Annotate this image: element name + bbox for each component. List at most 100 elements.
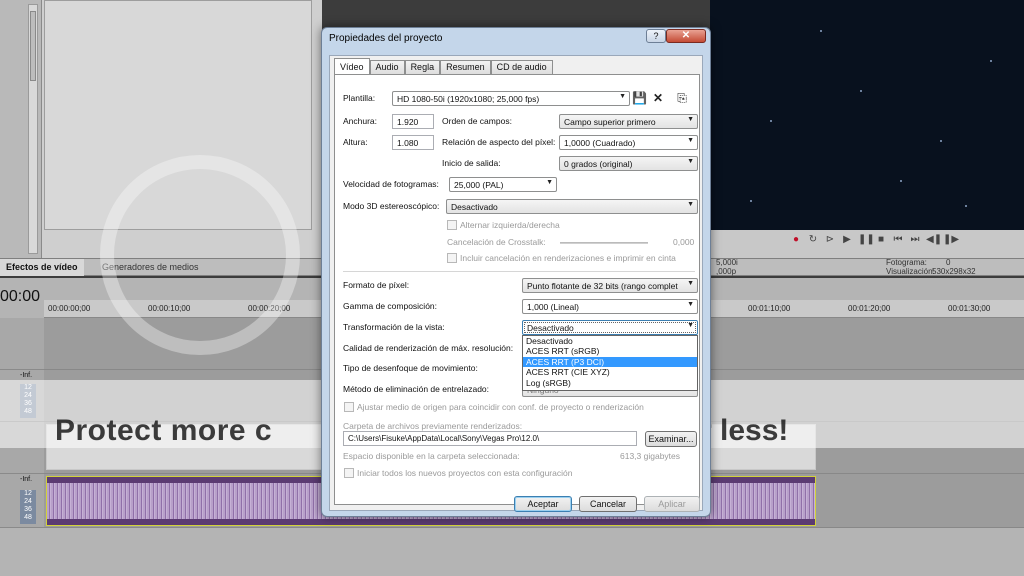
width-field[interactable]: 1.920	[392, 114, 434, 129]
view-transform-option[interactable]: ACES RRT (CIE XYZ)	[523, 367, 697, 377]
frame-rate-label: Velocidad de fotogramas:	[343, 179, 439, 189]
chevron-down-icon: ▼	[687, 137, 694, 144]
prerendered-folder-field[interactable]: C:\Users\Fisuke\AppData\Local\Sony\Vegas…	[343, 431, 637, 446]
free-space-label: Espacio disponible en la carpeta selecci…	[343, 451, 520, 461]
view-transform-dropdown: Desactivado ACES RRT (sRGB) ACES RRT (P3…	[522, 335, 698, 391]
free-space-value: 613,3 gigabytes	[620, 451, 681, 461]
ruler-mark: 00:01:10;00	[748, 304, 791, 313]
chevron-down-icon: ▼	[687, 301, 694, 308]
loop-icon[interactable]: ↻	[807, 234, 819, 246]
start-all-label: Iniciar todos los nuevos proyectos con e…	[357, 468, 573, 478]
deinterlace-label: Método de eliminación de entrelazado:	[343, 384, 490, 394]
tab-video-fx[interactable]: Efectos de vídeo	[0, 259, 84, 276]
chevron-down-icon: ▼	[619, 93, 626, 100]
pixel-format-label: Formato de píxel:	[343, 280, 410, 290]
next-frame-icon[interactable]: ❚▶	[943, 234, 959, 246]
crosstalk-value: 0,000	[673, 237, 695, 247]
frame-rate-select[interactable]: 25,000 (PAL) ▼	[449, 177, 557, 192]
scrollbar-thumb[interactable]	[30, 11, 36, 81]
chevron-down-icon: ▼	[687, 280, 694, 287]
cancel-button[interactable]: Cancelar	[579, 496, 637, 512]
include-cancel-label: Incluir cancelación en renderizaciones e…	[460, 253, 676, 263]
audio-meter: 12 24 36 48	[20, 490, 36, 524]
field-order-select[interactable]: Campo superior primero ▼	[559, 114, 698, 129]
play-from-start-icon[interactable]: ⊳	[824, 234, 836, 246]
compositing-gamma-select[interactable]: 1,000 (Lineal) ▼	[522, 299, 698, 314]
height-field[interactable]: 1.080	[392, 135, 434, 150]
delete-template-icon[interactable]: ✕	[651, 91, 665, 105]
crosstalk-slider[interactable]	[560, 242, 648, 244]
view-transform-option[interactable]: ACES RRT (sRGB)	[523, 346, 697, 356]
adjust-source-label: Ajustar medio de origen para coincidir c…	[357, 402, 644, 412]
width-label: Anchura:	[343, 116, 378, 126]
track-level: -Inf.	[20, 372, 33, 379]
preview-frames-label: Fotograma:	[886, 258, 927, 267]
tab-audio[interactable]: Audio	[369, 60, 405, 75]
template-label: Plantilla:	[343, 93, 376, 103]
prev-frame-icon[interactable]: ◀❚	[926, 234, 942, 246]
vertical-scrollbar[interactable]	[28, 4, 38, 254]
preview-info-b: ,000p	[716, 267, 737, 276]
stop-icon[interactable]: ■	[875, 234, 887, 246]
render-quality-label: Calidad de renderización de máx. resoluc…	[343, 343, 514, 353]
track-header-video-1[interactable]	[0, 318, 44, 370]
stereo-mode-label: Modo 3D estereoscópico:	[343, 201, 440, 211]
adjust-source-checkbox[interactable]	[344, 402, 354, 412]
watermark-logo	[100, 155, 300, 355]
project-properties-dialog: Propiedades del proyecto ? ✕ Vídeo Audio…	[321, 27, 711, 517]
output-rotation-select[interactable]: 0 grados (original) ▼	[559, 156, 698, 171]
preview-info: 5,000i ,000p Fotograma: 0 Visualización:…	[712, 258, 1024, 278]
swap-lr-checkbox[interactable]	[447, 220, 457, 230]
stereo-mode-select[interactable]: Desactivado ▼	[446, 199, 698, 214]
tab-ruler[interactable]: Regla	[404, 60, 441, 75]
record-icon[interactable]: ●	[790, 234, 802, 246]
preview-frames-value: 0	[946, 258, 951, 267]
left-panel	[0, 0, 42, 258]
accept-button[interactable]: Aceptar	[514, 496, 572, 512]
view-transform-option[interactable]: Log (sRGB)	[523, 378, 697, 388]
help-button[interactable]: ?	[646, 29, 666, 43]
pixel-aspect-label: Relación de aspecto del píxel:	[442, 137, 556, 147]
pixel-format-select[interactable]: Punto flotante de 32 bits (rango complet…	[522, 278, 698, 293]
browse-button[interactable]: Examinar...	[645, 431, 697, 447]
chevron-down-icon: ▼	[687, 201, 694, 208]
preview-display-value: 530x298x32	[932, 267, 976, 276]
tab-video[interactable]: Vídeo	[334, 58, 370, 75]
apply-button[interactable]: Aplicar	[644, 496, 700, 512]
start-all-checkbox[interactable]	[344, 468, 354, 478]
tab-summary[interactable]: Resumen	[440, 60, 491, 75]
go-start-icon[interactable]: ⏮	[892, 234, 904, 246]
save-template-icon[interactable]: 💾	[632, 91, 647, 105]
ruler-mark: 00:00:00;00	[48, 304, 91, 313]
play-icon[interactable]: ▶	[841, 234, 853, 246]
swap-lr-label: Alternar izquierda/derecha	[460, 220, 560, 230]
tabstrip: Vídeo Audio Regla Resumen CD de audio	[334, 58, 553, 75]
field-order-label: Orden de campos:	[442, 116, 512, 126]
dialog-body: Vídeo Audio Regla Resumen CD de audio Pl…	[329, 55, 703, 512]
go-end-icon[interactable]: ⏭	[909, 234, 921, 246]
view-transform-option-selected[interactable]: ACES RRT (P3 DCI)	[523, 356, 697, 368]
view-transform-option[interactable]: Desactivado	[523, 336, 697, 346]
watermark-text-right: r less!	[700, 414, 789, 447]
dialog-title: Propiedades del proyecto	[329, 33, 443, 44]
watermark-text: Protect more c	[55, 414, 273, 447]
crosstalk-label: Cancelación de Crosstalk:	[447, 237, 546, 247]
audio-track-level: -Inf.	[20, 476, 33, 483]
compositing-gamma-label: Gamma de composición:	[343, 301, 438, 311]
include-cancel-checkbox[interactable]	[447, 253, 457, 263]
match-media-icon[interactable]: ⎘	[675, 91, 689, 105]
preview-controls: ● ↻ ⊳ ▶ ❚❚ ■ ⏮ ⏭ ◀❚ ❚▶	[790, 234, 959, 246]
pause-icon[interactable]: ❚❚	[858, 234, 875, 246]
chevron-down-icon: ▼	[546, 179, 553, 186]
tab-audio-cd[interactable]: CD de audio	[490, 60, 553, 75]
view-transform-select[interactable]: Desactivado ▼	[522, 320, 698, 335]
separator	[343, 271, 695, 272]
close-button[interactable]: ✕	[666, 29, 706, 43]
preview-info-a: 5,000i	[716, 258, 738, 267]
pixel-aspect-select[interactable]: 1,0000 (Cuadrado) ▼	[559, 135, 698, 150]
prerendered-folder-label: Carpeta de archivos previamente renderiz…	[343, 421, 523, 431]
ruler-mark: 00:01:20;00	[848, 304, 891, 313]
template-select[interactable]: HD 1080-50i (1920x1080; 25,000 fps) ▼	[392, 91, 630, 106]
view-transform-label: Transformación de la vista:	[343, 322, 445, 332]
ruler-mark: 00:01:30;00	[948, 304, 991, 313]
